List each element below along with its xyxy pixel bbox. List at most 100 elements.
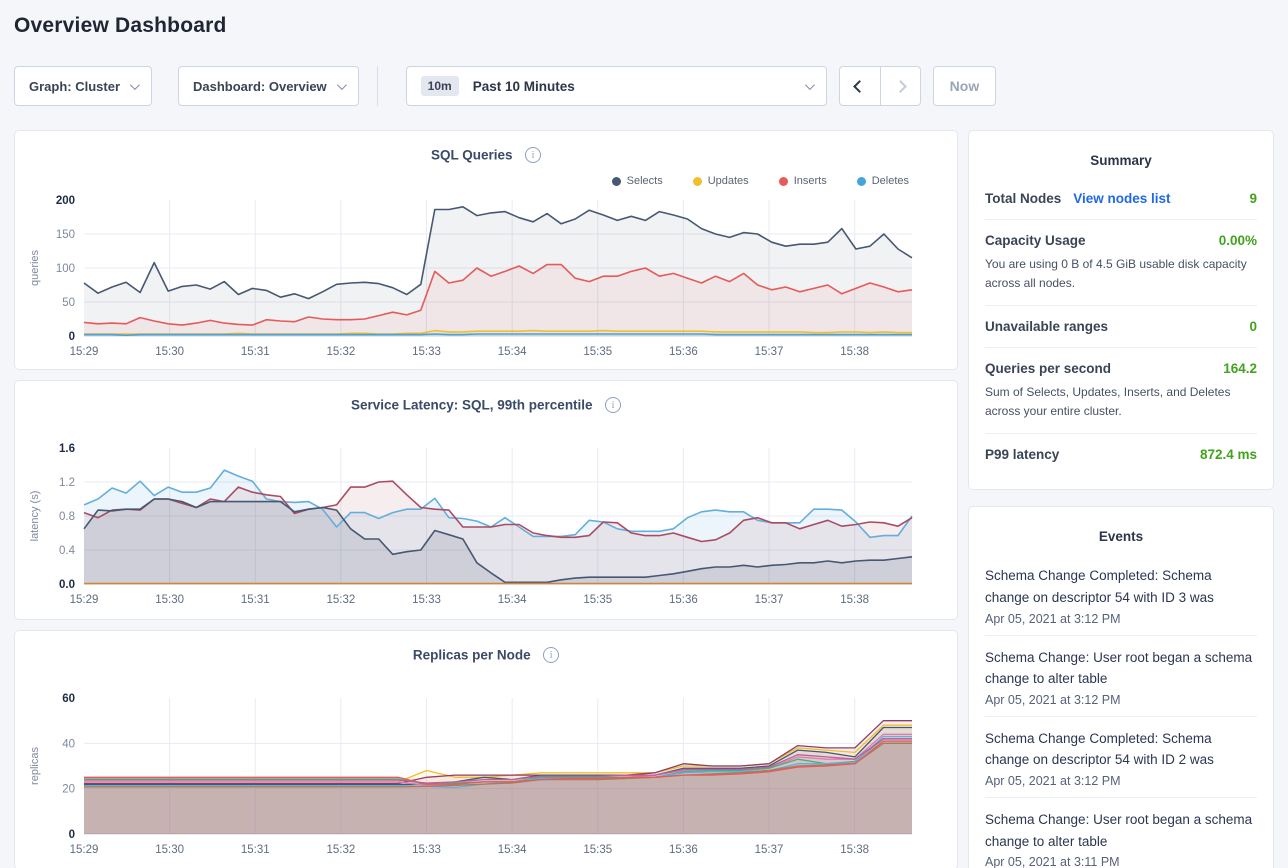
summary-title: Summary (985, 153, 1257, 168)
svg-text:0.8: 0.8 (59, 511, 75, 523)
legend-label: Deletes (872, 175, 909, 187)
legend-dot (612, 177, 621, 186)
chart-title: SQL Queries (431, 147, 513, 162)
svg-text:15:36: 15:36 (669, 594, 698, 606)
svg-text:15:30: 15:30 (155, 594, 184, 606)
svg-text:15:37: 15:37 (755, 346, 784, 358)
summary-row-value: 872.4 ms (1200, 447, 1257, 462)
event-timestamp: Apr 05, 2021 at 3:12 PM (985, 774, 1257, 788)
svg-text:1.2: 1.2 (59, 477, 75, 489)
graph-scope-dropdown[interactable]: Graph: Cluster (14, 66, 152, 106)
event-timestamp: Apr 05, 2021 at 3:11 PM (985, 855, 1257, 868)
summary-row-label: P99 latency (985, 447, 1059, 462)
chart-title: Replicas per Node (413, 647, 531, 662)
svg-text:15:32: 15:32 (326, 594, 355, 606)
info-icon[interactable]: i (525, 147, 541, 163)
svg-text:0: 0 (69, 331, 75, 343)
svg-text:15:32: 15:32 (326, 346, 355, 358)
summary-row: Total NodesView nodes list9 (985, 178, 1257, 220)
event-item[interactable]: Schema Change Completed: Schema change o… (985, 554, 1257, 635)
replicas-per-node-panel: Replicas per Node i 15:29 15:30 15:31 15:32… (14, 630, 958, 868)
svg-text:15:33: 15:33 (412, 346, 441, 358)
event-item[interactable]: Schema Change: User root began a schema … (985, 636, 1257, 717)
summary-row-value: 164.2 (1223, 361, 1257, 376)
summary-row-label: Unavailable ranges (985, 319, 1108, 334)
summary-row: Queries per second164.2Sum of Selects, U… (985, 348, 1257, 434)
legend-label: Selects (627, 175, 663, 187)
sidebar: Summary Total NodesView nodes list9Capac… (968, 130, 1274, 868)
svg-text:15:30: 15:30 (155, 346, 184, 358)
time-range-badge: 10m (421, 76, 459, 96)
sql-queries-chart[interactable]: 15:2915:3015:3115:3215:3315:3415:3515:36… (22, 192, 952, 364)
svg-text:15:31: 15:31 (241, 594, 270, 606)
event-item[interactable]: Schema Change: User root began a schema … (985, 798, 1257, 868)
info-icon[interactable]: i (543, 647, 559, 663)
svg-text:15:33: 15:33 (412, 594, 441, 606)
svg-text:100: 100 (56, 263, 75, 275)
svg-text:15:29: 15:29 (70, 844, 99, 856)
svg-text:15:30: 15:30 (155, 844, 184, 856)
service-latency-panel: Service Latency: SQL, 99th percentile i … (14, 380, 958, 620)
svg-text:15:37: 15:37 (755, 844, 784, 856)
chevron-down-icon (130, 80, 140, 90)
events-title: Events (985, 529, 1257, 544)
svg-text:15:34: 15:34 (498, 844, 527, 856)
svg-text:15:29: 15:29 (70, 346, 99, 358)
charts-column: SQL Queries i SelectsUpdatesInsertsDelet… (14, 130, 958, 868)
summary-row-value: 0.00% (1219, 233, 1257, 248)
svg-text:15:34: 15:34 (498, 346, 527, 358)
svg-text:15:29: 15:29 (70, 594, 99, 606)
event-message: Schema Change: User root began a schema … (985, 809, 1257, 852)
time-range-label: Past 10 Minutes (473, 79, 805, 94)
event-message: Schema Change: User root began a schema … (985, 647, 1257, 690)
summary-row: P99 latency 872.4 ms (985, 434, 1257, 475)
replicas-per-node-chart[interactable]: 15:2915:3015:3115:3215:3315:3415:3515:36… (22, 690, 952, 862)
svg-text:replicas: replicas (29, 747, 41, 785)
summary-row-label: Capacity Usage (985, 233, 1086, 248)
svg-text:15:32: 15:32 (326, 844, 355, 856)
svg-text:50: 50 (62, 297, 75, 309)
legend-item-selects: Selects (612, 172, 663, 190)
dashboard-dropdown-label: Dashboard: Overview (193, 79, 327, 94)
time-nav-group (839, 66, 921, 106)
event-message: Schema Change Completed: Schema change o… (985, 728, 1257, 771)
svg-text:15:35: 15:35 (583, 346, 612, 358)
svg-text:queries: queries (29, 249, 41, 286)
graph-scope-label: Graph: Cluster (29, 79, 120, 94)
time-range-selector[interactable]: 10m Past 10 Minutes (406, 66, 827, 106)
event-item[interactable]: Schema Change Completed: Schema change o… (985, 717, 1257, 798)
chevron-down-icon (337, 80, 347, 90)
legend-label: Updates (708, 175, 749, 187)
event-message: Schema Change Completed: Schema change o… (985, 565, 1257, 608)
chevron-left-icon (853, 80, 866, 93)
view-nodes-list-link[interactable]: View nodes list (1073, 191, 1170, 206)
now-button[interactable]: Now (933, 66, 997, 106)
dashboard-dropdown[interactable]: Dashboard: Overview (178, 66, 359, 106)
service-latency-chart[interactable]: 15:29 15:30 15:31 15:32 15:33 15:34 15:35 15:36… (22, 440, 952, 612)
svg-text:20: 20 (62, 784, 75, 796)
svg-text:15:35: 15:35 (583, 594, 612, 606)
svg-text:latency (s): latency (s) (29, 491, 41, 542)
time-prev-button[interactable] (840, 67, 880, 105)
svg-text:15:31: 15:31 (241, 844, 270, 856)
chart-title: Service Latency: SQL, 99th percentile (351, 397, 593, 412)
info-icon[interactable]: i (605, 397, 621, 413)
svg-text:0.4: 0.4 (59, 545, 76, 557)
summary-row-label: Queries per second (985, 361, 1111, 376)
event-timestamp: Apr 05, 2021 at 3:12 PM (985, 693, 1257, 707)
svg-text:15:37: 15:37 (755, 594, 784, 606)
legend-item-updates: Updates (693, 172, 749, 190)
summary-row-value: 0 (1249, 319, 1257, 334)
chevron-down-icon (805, 80, 815, 90)
svg-text:15:33: 15:33 (412, 844, 441, 856)
svg-text:15:38: 15:38 (840, 594, 869, 606)
time-next-button[interactable] (880, 67, 920, 105)
svg-text:40: 40 (62, 738, 75, 750)
chevron-right-icon (894, 80, 907, 93)
svg-text:15:34: 15:34 (498, 594, 527, 606)
svg-text:15:38: 15:38 (840, 346, 869, 358)
overview-dashboard-page: Overview Dashboard Graph: Cluster Dashbo… (0, 0, 1288, 868)
legend-item-deletes: Deletes (857, 172, 909, 190)
summary-row-value: 9 (1249, 191, 1257, 206)
sql-queries-panel: SQL Queries i SelectsUpdatesInsertsDelet… (14, 130, 958, 370)
